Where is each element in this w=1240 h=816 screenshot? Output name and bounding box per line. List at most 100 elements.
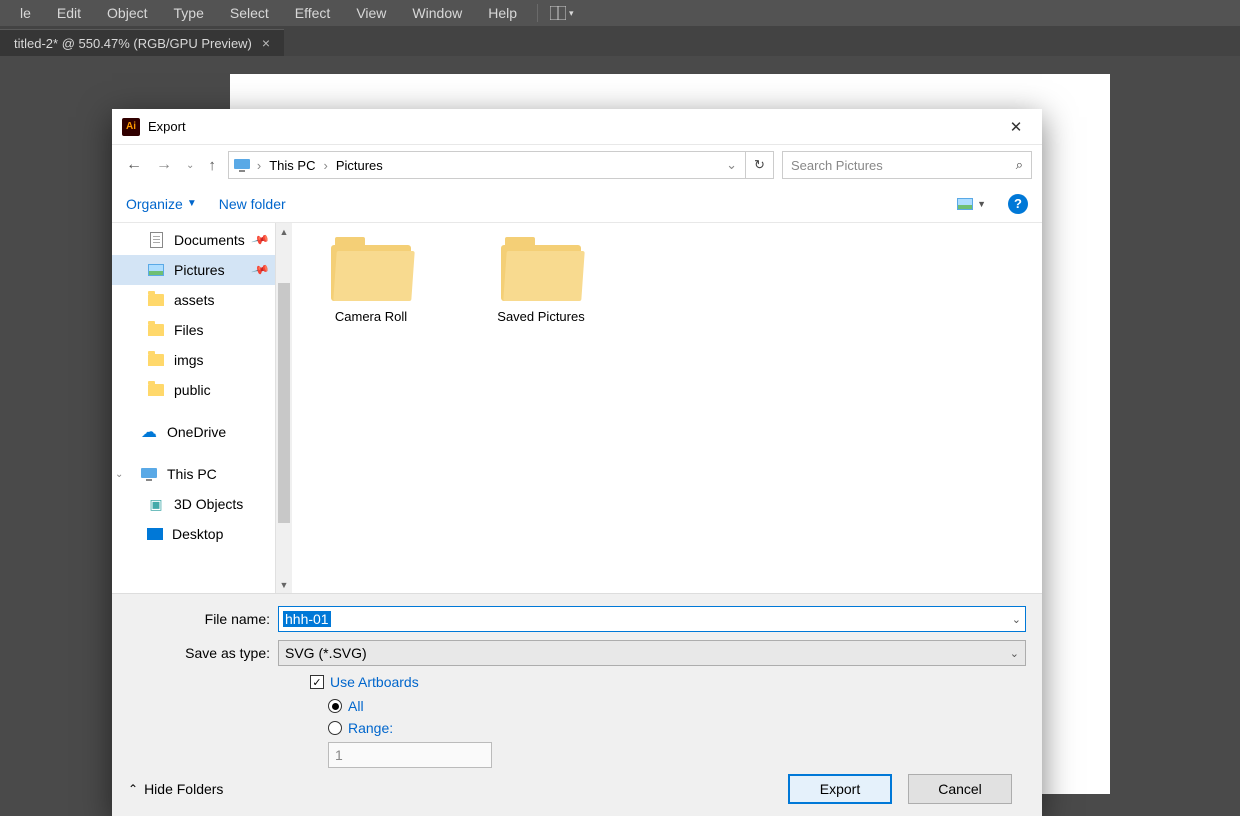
range-input[interactable]: 1: [328, 742, 492, 768]
menu-edit[interactable]: Edit: [45, 1, 93, 25]
tree-item[interactable]: Pictures 📌: [112, 255, 292, 285]
radio-unselected-icon: [328, 721, 342, 735]
nav-forward-icon: →: [156, 156, 172, 174]
menu-object[interactable]: Object: [95, 1, 159, 25]
folder-icon: [501, 237, 581, 301]
tree-item[interactable]: assets: [112, 285, 292, 315]
refresh-button[interactable]: ↻: [746, 151, 774, 179]
tree-item-label: Desktop: [172, 526, 223, 542]
save-type-select[interactable]: SVG (*.SVG) ⌄: [278, 640, 1026, 666]
tree-item-label: This PC: [167, 466, 217, 482]
pin-icon: 📌: [251, 230, 271, 250]
scroll-down-icon[interactable]: ▼: [276, 576, 292, 593]
tree-pane: Documents 📌 Pictures 📌 assets Files imgs public…: [112, 223, 292, 593]
breadcrumb-bar[interactable]: › This PC › Pictures ⌄: [228, 151, 746, 179]
document-tab-row: titled-2* @ 550.47% (RGB/GPU Preview) ×: [0, 26, 1240, 56]
pc-icon: [233, 158, 251, 172]
tree-item-label: public: [174, 382, 211, 398]
checkbox-checked-icon: ✓: [310, 675, 324, 689]
thumbnail-icon: [957, 198, 973, 210]
document-tab[interactable]: titled-2* @ 550.47% (RGB/GPU Preview) ×: [0, 29, 284, 56]
tree-item[interactable]: Files: [112, 315, 292, 345]
help-icon[interactable]: ?: [1008, 194, 1028, 214]
pin-icon: 📌: [251, 260, 271, 280]
scroll-up-icon[interactable]: ▲: [276, 223, 292, 240]
file-name-input[interactable]: hhh-01 ⌄: [278, 606, 1026, 632]
chevron-down-icon[interactable]: ⌄: [1010, 647, 1019, 660]
app-menubar: le Edit Object Type Select Effect View W…: [0, 0, 1240, 26]
layout-selector-icon[interactable]: ▾: [546, 6, 578, 20]
view-mode-button[interactable]: ▼: [957, 198, 986, 210]
tree-item-label: OneDrive: [167, 424, 226, 440]
tree-item-label: assets: [174, 292, 214, 308]
menu-view[interactable]: View: [344, 1, 398, 25]
tree-item[interactable]: ▣3D Objects: [112, 489, 292, 519]
search-placeholder: Search Pictures: [791, 158, 883, 173]
tree-item-label: Pictures: [174, 262, 225, 278]
radio-range[interactable]: Range:: [328, 720, 1026, 736]
breadcrumb-sep: ›: [321, 158, 329, 173]
tree-item[interactable]: public: [112, 375, 292, 405]
breadcrumb-folder[interactable]: Pictures: [334, 158, 385, 173]
tree-item-label: Documents: [174, 232, 245, 248]
nav-back-icon[interactable]: ←: [126, 156, 142, 174]
hide-folders-toggle[interactable]: ⌃ Hide Folders: [128, 781, 223, 797]
close-dialog-button[interactable]: ✕: [1000, 113, 1032, 141]
document-tab-label: titled-2* @ 550.47% (RGB/GPU Preview): [14, 36, 252, 51]
breadcrumb-dropdown-icon[interactable]: ⌄: [726, 157, 741, 173]
search-input[interactable]: Search Pictures ⌕: [782, 151, 1032, 179]
save-type-value: SVG (*.SVG): [285, 645, 367, 661]
menu-file[interactable]: le: [8, 1, 43, 25]
scrollbar-thumb[interactable]: [278, 283, 290, 523]
menu-help[interactable]: Help: [476, 1, 529, 25]
folder-tile[interactable]: Saved Pictures: [486, 237, 596, 324]
save-type-label: Save as type:: [128, 645, 278, 661]
content-pane[interactable]: Camera Roll Saved Pictures: [292, 223, 1042, 593]
radio-all[interactable]: All: [328, 698, 1026, 714]
dialog-titlebar: Ai Export ✕: [112, 109, 1042, 145]
breadcrumb-root[interactable]: This PC: [267, 158, 317, 173]
tree-item[interactable]: ⌄ This PC: [112, 459, 292, 489]
dialog-title: Export: [148, 119, 1000, 134]
folder-tile[interactable]: Camera Roll: [316, 237, 426, 324]
nav-recent-icon[interactable]: ⌄: [186, 160, 194, 171]
app-icon: Ai: [122, 118, 140, 136]
chevron-down-icon[interactable]: ⌄: [1012, 613, 1021, 626]
nav-up-icon[interactable]: ↑: [208, 157, 216, 174]
menubar-divider: [537, 4, 538, 22]
expand-icon[interactable]: ⌄: [115, 469, 123, 480]
tree-item-label: 3D Objects: [174, 496, 243, 512]
tree-item-label: Files: [174, 322, 204, 338]
tree-item[interactable]: imgs: [112, 345, 292, 375]
breadcrumb-sep: ›: [255, 158, 263, 173]
folder-label: Saved Pictures: [497, 309, 584, 324]
file-name-label: File name:: [128, 611, 278, 627]
export-button[interactable]: Export: [788, 774, 892, 804]
file-name-value: hhh-01: [283, 611, 331, 627]
cancel-button[interactable]: Cancel: [908, 774, 1012, 804]
tree-scrollbar[interactable]: ▲ ▼: [275, 223, 292, 593]
radio-selected-icon: [328, 699, 342, 713]
use-artboards-checkbox[interactable]: ✓ Use Artboards: [310, 674, 1026, 690]
folder-icon: [331, 237, 411, 301]
new-folder-button[interactable]: New folder: [219, 196, 286, 212]
export-dialog: Ai Export ✕ ← → ⌄ ↑ › This PC › Pictures…: [112, 109, 1042, 816]
organize-menu[interactable]: Organize ▼: [126, 196, 197, 212]
nav-row: ← → ⌄ ↑ › This PC › Pictures ⌄ ↻ Search …: [112, 145, 1042, 185]
tree-item[interactable]: ☁OneDrive: [112, 417, 292, 447]
folder-label: Camera Roll: [335, 309, 407, 324]
tree-item[interactable]: Documents 📌: [112, 225, 292, 255]
form-panel: File name: hhh-01 ⌄ Save as type: SVG (*…: [112, 593, 1042, 816]
search-icon: ⌕: [1016, 157, 1023, 173]
toolbar-row: Organize ▼ New folder ▼ ?: [112, 185, 1042, 223]
chevron-up-icon: ⌃: [128, 782, 138, 796]
menu-effect[interactable]: Effect: [283, 1, 343, 25]
tree-item[interactable]: Desktop: [112, 519, 292, 549]
chevron-down-icon: ▼: [187, 198, 197, 209]
chevron-down-icon: ▼: [977, 199, 986, 209]
menu-type[interactable]: Type: [162, 1, 216, 25]
close-tab-icon[interactable]: ×: [262, 35, 270, 51]
tree-item-label: imgs: [174, 352, 204, 368]
menu-window[interactable]: Window: [400, 1, 474, 25]
menu-select[interactable]: Select: [218, 1, 281, 25]
